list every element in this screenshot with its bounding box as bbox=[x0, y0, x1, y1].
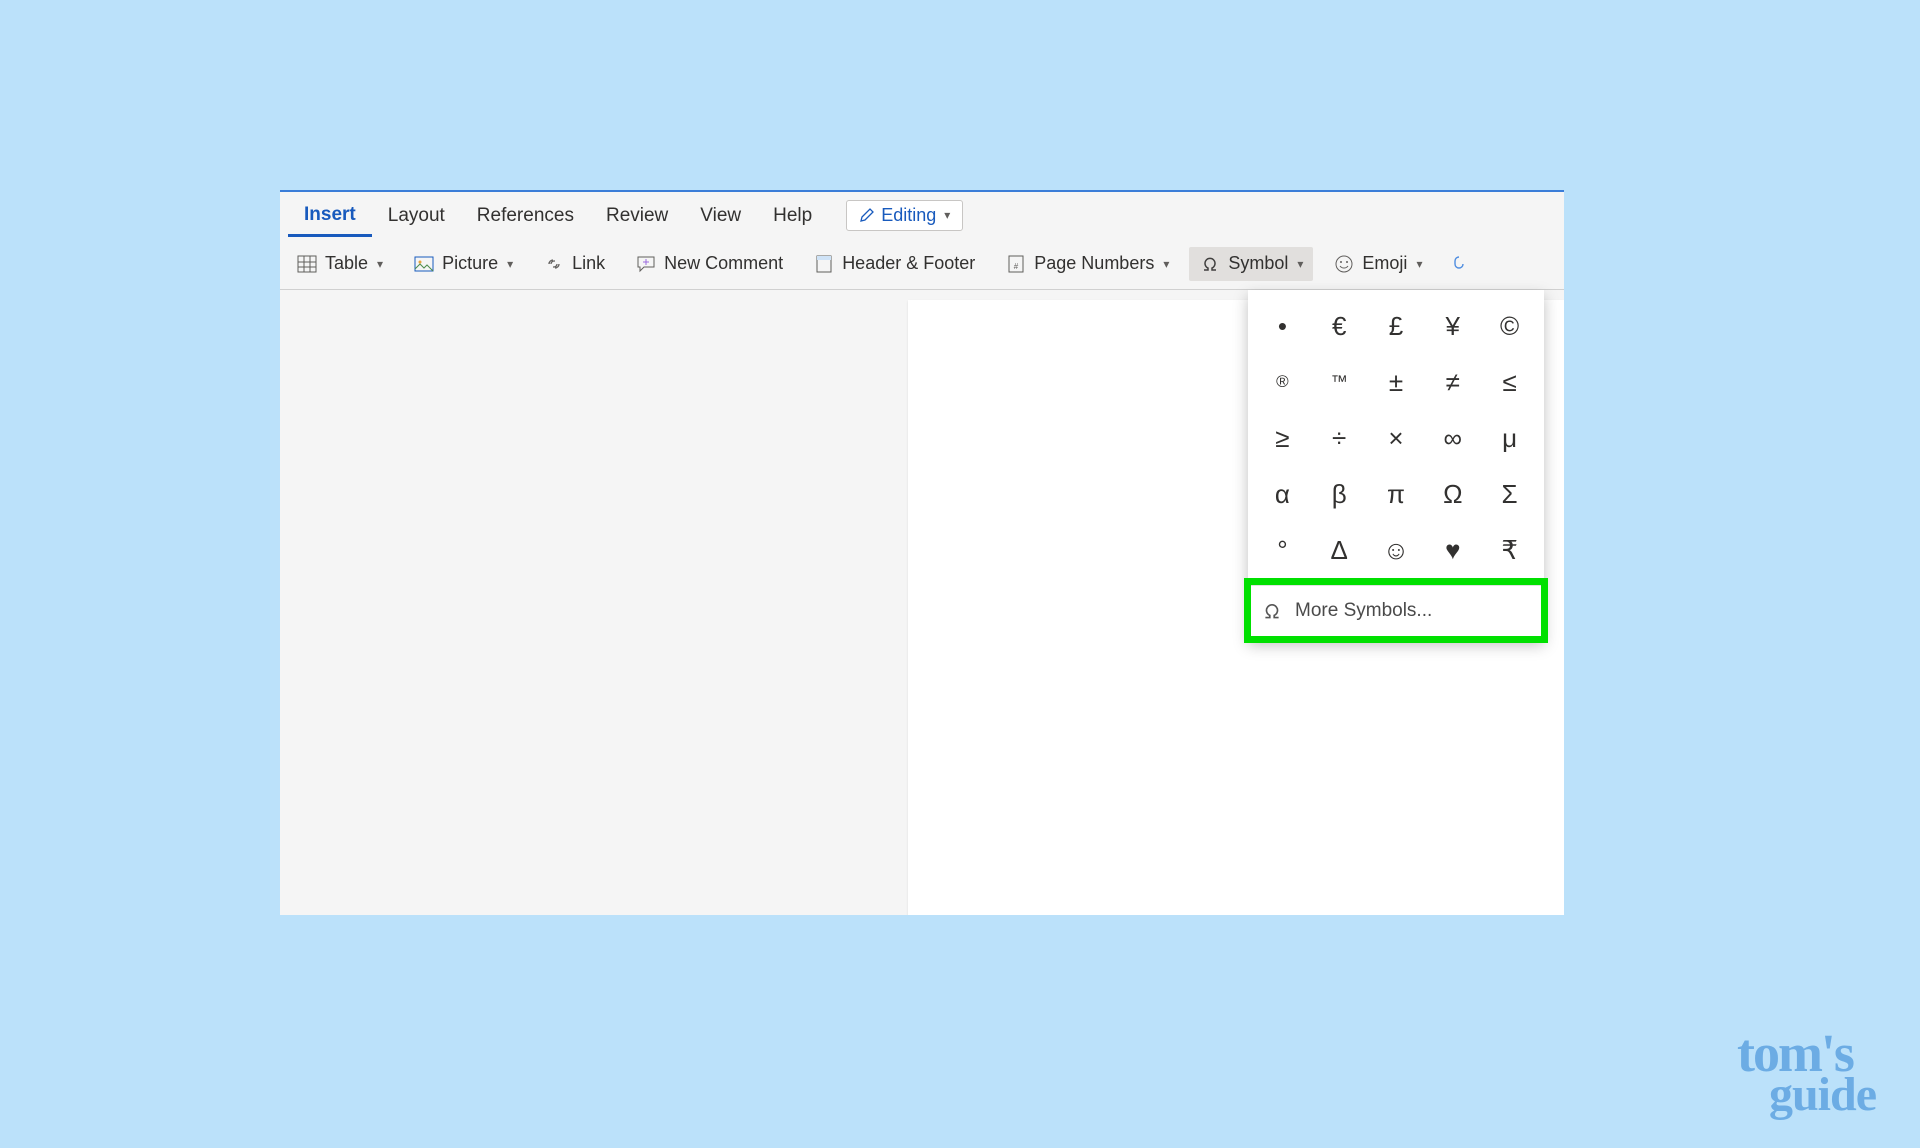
symbol-pi[interactable]: π bbox=[1368, 466, 1425, 522]
symbol-grid: • € £ ¥ © ® ™ ± ≠ ≤ ≥ ÷ × ∞ μ α β π Ω Σ … bbox=[1248, 290, 1544, 582]
symbol-sigma[interactable]: Σ bbox=[1481, 466, 1538, 522]
pen-icon bbox=[859, 207, 875, 223]
symbol-trademark[interactable]: ™ bbox=[1311, 354, 1368, 410]
symbol-button[interactable]: Symbol ▾ bbox=[1189, 247, 1313, 281]
header-footer-icon bbox=[813, 253, 835, 275]
table-icon bbox=[296, 253, 318, 275]
symbol-yen[interactable]: ¥ bbox=[1424, 298, 1481, 354]
chevron-down-icon: ▾ bbox=[507, 257, 513, 271]
symbol-multiply[interactable]: × bbox=[1368, 410, 1425, 466]
symbol-bullet[interactable]: • bbox=[1254, 298, 1311, 354]
emoji-icon bbox=[1333, 253, 1355, 275]
symbol-delta[interactable]: Δ bbox=[1311, 522, 1368, 578]
header-footer-button[interactable]: Header & Footer bbox=[803, 247, 985, 281]
symbol-greater-equal[interactable]: ≥ bbox=[1254, 410, 1311, 466]
editing-label: Editing bbox=[881, 205, 936, 226]
page-numbers-label: Page Numbers bbox=[1034, 253, 1154, 274]
more-symbols-label: More Symbols... bbox=[1295, 600, 1432, 622]
chevron-down-icon: ▾ bbox=[944, 208, 950, 222]
header-footer-label: Header & Footer bbox=[842, 253, 975, 274]
link-button[interactable]: Link bbox=[533, 247, 615, 281]
new-comment-label: New Comment bbox=[664, 253, 783, 274]
symbol-smiley[interactable]: ☺ bbox=[1368, 522, 1425, 578]
overflow-button[interactable] bbox=[1442, 247, 1472, 281]
symbol-omega[interactable]: Ω bbox=[1424, 466, 1481, 522]
symbol-alpha[interactable]: α bbox=[1254, 466, 1311, 522]
tab-review[interactable]: Review bbox=[590, 195, 684, 235]
chevron-down-icon: ▾ bbox=[1297, 257, 1303, 271]
symbol-beta[interactable]: β bbox=[1311, 466, 1368, 522]
tab-insert[interactable]: Insert bbox=[288, 194, 372, 237]
symbol-less-equal[interactable]: ≤ bbox=[1481, 354, 1538, 410]
symbol-heart[interactable]: ♥ bbox=[1424, 522, 1481, 578]
symbol-mu[interactable]: μ bbox=[1481, 410, 1538, 466]
table-button[interactable]: Table ▾ bbox=[286, 247, 393, 281]
omega-icon bbox=[1261, 600, 1283, 622]
tab-layout[interactable]: Layout bbox=[372, 195, 461, 235]
dictate-icon bbox=[1446, 253, 1468, 275]
symbol-divide[interactable]: ÷ bbox=[1311, 410, 1368, 466]
page-numbers-button[interactable]: # Page Numbers ▾ bbox=[995, 247, 1179, 281]
chevron-down-icon: ▾ bbox=[1416, 257, 1422, 271]
more-symbols-button[interactable]: More Symbols... bbox=[1251, 585, 1541, 636]
emoji-label: Emoji bbox=[1362, 253, 1407, 274]
more-symbols-highlight: More Symbols... bbox=[1244, 578, 1548, 643]
tab-references[interactable]: References bbox=[461, 195, 590, 235]
ribbon-tabs: Insert Layout References Review View Hel… bbox=[280, 192, 1564, 238]
chevron-down-icon: ▾ bbox=[377, 257, 383, 271]
omega-icon bbox=[1199, 253, 1221, 275]
watermark-line2: guide bbox=[1769, 1076, 1876, 1114]
symbol-plus-minus[interactable]: ± bbox=[1368, 354, 1425, 410]
symbol-euro[interactable]: € bbox=[1311, 298, 1368, 354]
chevron-down-icon: ▾ bbox=[1163, 257, 1169, 271]
tab-help[interactable]: Help bbox=[757, 195, 828, 235]
symbol-pound[interactable]: £ bbox=[1368, 298, 1425, 354]
insert-toolbar: Table ▾ Picture ▾ Link New Comment bbox=[280, 238, 1564, 290]
symbol-dropdown-panel: • € £ ¥ © ® ™ ± ≠ ≤ ≥ ÷ × ∞ μ α β π Ω Σ … bbox=[1248, 290, 1544, 639]
symbol-rupee[interactable]: ₹ bbox=[1481, 522, 1538, 578]
new-comment-button[interactable]: New Comment bbox=[625, 247, 793, 281]
symbol-degree[interactable]: ° bbox=[1254, 522, 1311, 578]
symbol-not-equal[interactable]: ≠ bbox=[1424, 354, 1481, 410]
symbol-registered[interactable]: ® bbox=[1254, 354, 1311, 410]
app-window: Insert Layout References Review View Hel… bbox=[280, 190, 1564, 915]
svg-text:#: # bbox=[1014, 262, 1019, 271]
link-icon bbox=[543, 253, 565, 275]
symbol-label: Symbol bbox=[1228, 253, 1288, 274]
watermark-logo: tom's guide bbox=[1737, 1032, 1876, 1114]
symbol-copyright[interactable]: © bbox=[1481, 298, 1538, 354]
picture-button[interactable]: Picture ▾ bbox=[403, 247, 523, 281]
comment-icon bbox=[635, 253, 657, 275]
symbol-infinity[interactable]: ∞ bbox=[1424, 410, 1481, 466]
picture-label: Picture bbox=[442, 253, 498, 274]
picture-icon bbox=[413, 253, 435, 275]
table-label: Table bbox=[325, 253, 368, 274]
link-label: Link bbox=[572, 253, 605, 274]
emoji-button[interactable]: Emoji ▾ bbox=[1323, 247, 1432, 281]
editing-mode-button[interactable]: Editing ▾ bbox=[846, 200, 963, 231]
tab-view[interactable]: View bbox=[684, 195, 757, 235]
page-numbers-icon: # bbox=[1005, 253, 1027, 275]
